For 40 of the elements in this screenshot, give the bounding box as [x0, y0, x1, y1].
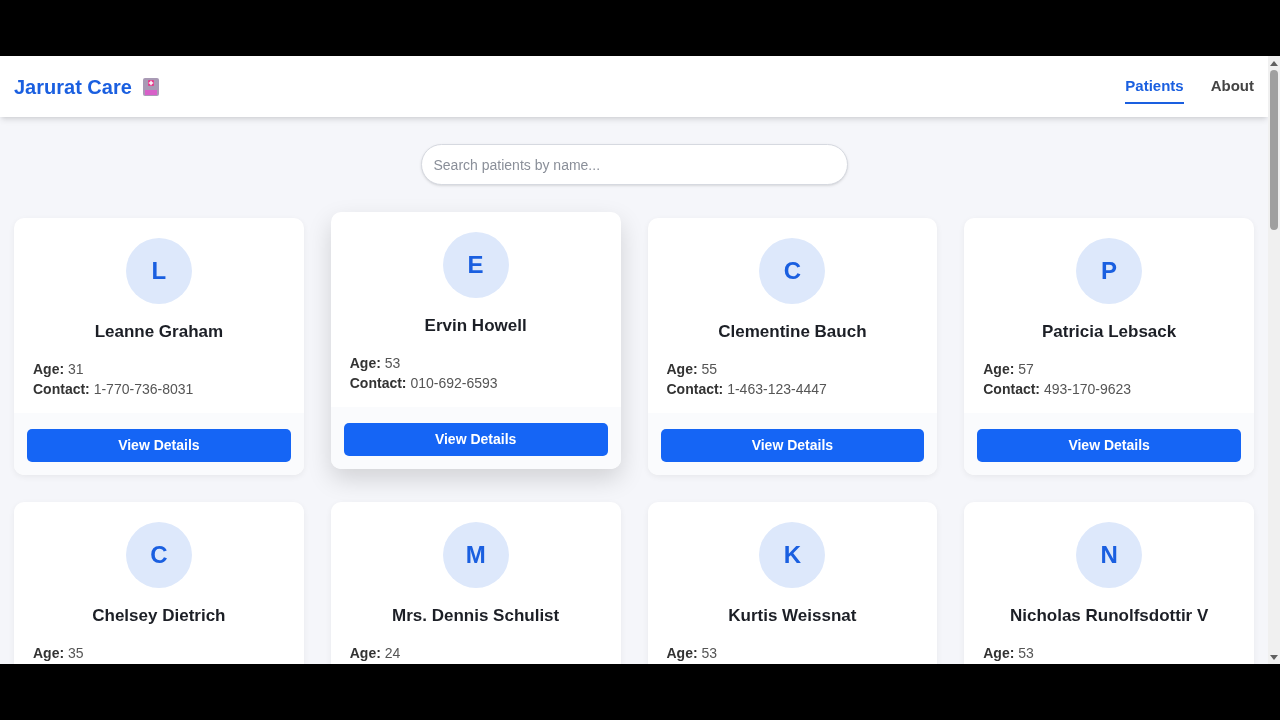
view-details-button[interactable]: View Details — [660, 429, 925, 462]
patient-name: Nicholas Runolfsdottir V — [1009, 605, 1209, 627]
contact-text: Contact: 493-170-9623 — [983, 380, 1133, 397]
avatar-initial: C — [125, 522, 192, 588]
patient-name: Ervin Howell — [424, 315, 527, 337]
age-text: Age: 31 — [33, 360, 85, 377]
view-details-button[interactable]: View Details — [343, 423, 608, 456]
age-text: Age: 53 — [666, 644, 719, 661]
patient-name: Patricia Lebsack — [1042, 321, 1177, 343]
age-text: Age: 24 — [349, 644, 402, 661]
view-details-button[interactable]: View Details — [27, 429, 291, 462]
age-text: Age: 57 — [983, 360, 1035, 377]
avatar-initial: N — [1076, 522, 1143, 588]
scroll-up-arrow-icon[interactable] — [1270, 59, 1278, 67]
contact-text: Contact: 1-770-736-8031 — [33, 380, 195, 397]
hospital-building-icon — [141, 76, 160, 97]
patient-name: Leanne Graham — [94, 321, 224, 343]
avatar-initial: P — [1076, 238, 1143, 304]
brand-name: Jarurat Care — [14, 74, 132, 100]
avatar-initial: C — [759, 238, 826, 304]
avatar-initial: L — [125, 238, 192, 304]
nav-link[interactable]: About — [1210, 69, 1254, 104]
age-text: Age: 55 — [666, 360, 719, 377]
patient-name: Clementine Bauch — [718, 321, 867, 343]
view-details-button[interactable]: View Details — [977, 429, 1241, 462]
patient-name: Chelsey Dietrich — [92, 605, 226, 627]
avatar-initial: K — [759, 522, 826, 588]
age-text: Age: 53 — [349, 354, 402, 371]
patient-name: Kurtis Weissnat — [728, 605, 857, 627]
avatar-initial: M — [442, 522, 509, 588]
avatar-initial: E — [442, 232, 509, 298]
contact-text: Contact: 010-692-6593 — [349, 374, 499, 391]
age-text: Age: 35 — [33, 644, 85, 661]
nav-link[interactable]: Patients — [1125, 69, 1184, 104]
scrollbar-thumb[interactable] — [1270, 70, 1278, 230]
patient-name: Mrs. Dennis Schulist — [392, 605, 560, 627]
search-field[interactable]: Search patients by name... — [420, 144, 848, 185]
scroll-down-arrow-icon[interactable] — [1270, 654, 1278, 662]
age-text: Age: 53 — [983, 644, 1035, 661]
contact-text: Contact: 1-463-123-4447 — [666, 380, 828, 397]
